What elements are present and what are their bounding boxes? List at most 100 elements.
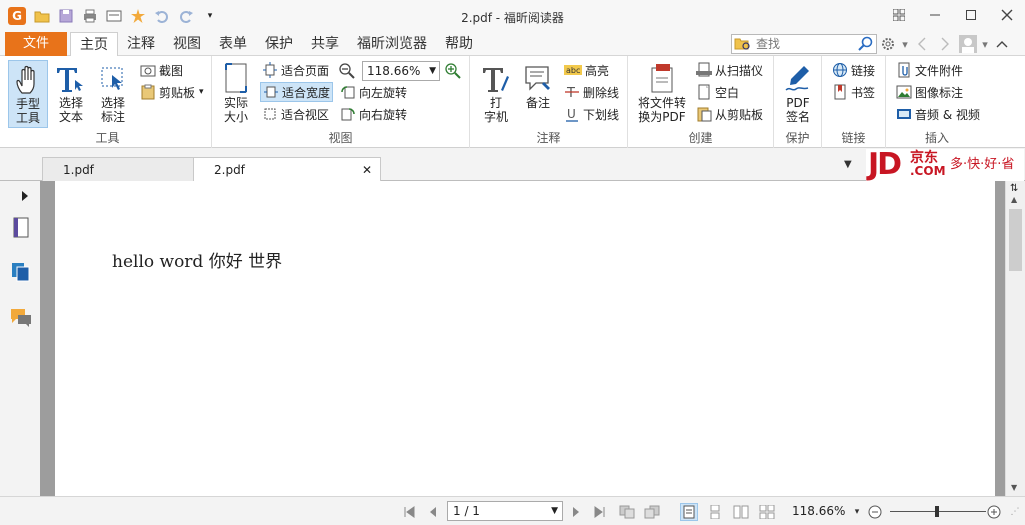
doc-tab-2[interactable]: 2.pdf ✕ (193, 157, 381, 182)
hand-tool-button[interactable]: 手型 工具 (8, 60, 48, 128)
audio-video-button[interactable]: 音频 & 视频 (894, 104, 982, 124)
bookmark-button[interactable]: 书签 (830, 82, 877, 102)
strikeout-button[interactable]: T 删除线 (562, 82, 621, 102)
underline-button[interactable]: U 下划线 (562, 104, 621, 124)
actual-size-button[interactable]: 实际 大小 (218, 60, 254, 128)
search-input[interactable] (756, 36, 852, 52)
select-annotation-button[interactable]: 选择 标注 (94, 60, 132, 128)
pdf-sign-button[interactable]: PDF 签名 (778, 60, 818, 128)
zoom-out-minus-icon[interactable] (866, 503, 884, 521)
resize-grip-icon[interactable]: ⋰ (1006, 503, 1024, 521)
image-annotation-button[interactable]: 图像标注 (894, 82, 965, 102)
page-text[interactable]: hello word 你好 世界 (112, 247, 282, 272)
doc-tab-1[interactable]: 1.pdf (42, 157, 196, 181)
scrollbar-thumb[interactable] (1009, 209, 1022, 271)
split-view-icon[interactable]: ⇅ (1010, 183, 1018, 194)
blank-page-label: 空白 (715, 85, 740, 100)
from-clipboard-button[interactable]: 从剪贴板 (694, 104, 765, 124)
previous-view-icon[interactable] (618, 503, 636, 521)
collapse-ribbon-icon[interactable] (992, 34, 1012, 54)
note-button[interactable]: 备注 (520, 60, 556, 128)
zoom-out-icon[interactable] (339, 63, 355, 82)
settings-gear-icon[interactable] (878, 34, 898, 54)
close-icon[interactable] (989, 0, 1025, 30)
zoom-slider[interactable] (890, 506, 986, 517)
select-annotation-icon (94, 60, 132, 94)
zoom-level-dropdown-icon[interactable]: ▾ (852, 503, 862, 521)
prev-page-icon[interactable] (424, 503, 442, 521)
facing-view-icon[interactable] (732, 503, 750, 521)
next-view-icon[interactable] (643, 503, 661, 521)
fit-visible-button[interactable]: 适合视区 (260, 104, 331, 124)
highlight-button[interactable]: abc 高亮 (562, 60, 611, 80)
select-text-button[interactable]: 选择 文本 (52, 60, 90, 128)
search-icon[interactable] (858, 36, 874, 55)
zoom-level-value[interactable]: 118.66% (792, 504, 845, 518)
convert-to-pdf-button[interactable]: 将文件转 换为PDF (634, 60, 690, 128)
jd-advertisement[interactable]: JD 京东 .COM 多·快·好·省 (866, 149, 1024, 181)
jd-com-text: .COM (910, 164, 946, 178)
forward-arrow-icon[interactable] (935, 34, 955, 54)
page-number-select[interactable]: 1 / 1 ▼ (447, 501, 563, 521)
strikeout-label: 删除线 (583, 85, 620, 100)
zoom-select[interactable]: 118.66% ▼ (362, 61, 440, 81)
comments-panel-icon[interactable] (10, 307, 32, 329)
fit-width-button[interactable]: 适合宽度 (260, 82, 334, 102)
user-avatar-icon[interactable] (958, 34, 978, 54)
tab-comment[interactable]: 注释 (118, 32, 164, 56)
from-scanner-button[interactable]: 从扫描仪 (694, 60, 765, 80)
image-icon (896, 84, 912, 100)
user-dropdown-icon[interactable]: ▾ (981, 34, 989, 54)
group-tools-label: 工具 (95, 131, 120, 145)
single-page-view-icon[interactable] (680, 503, 698, 521)
scanner-icon (696, 62, 712, 78)
continuous-facing-view-icon[interactable] (758, 503, 776, 521)
file-menu-tab[interactable]: 文件 (5, 32, 67, 56)
tab-help[interactable]: 帮助 (436, 32, 482, 56)
maximize-icon[interactable] (953, 0, 989, 30)
tab-share[interactable]: 共享 (302, 32, 348, 56)
fit-width-icon (263, 84, 279, 100)
screenshot-button[interactable]: 截图 (138, 60, 185, 80)
search-folder-icon[interactable] (734, 36, 752, 55)
link-button[interactable]: 链接 (830, 60, 877, 80)
underline-label: 下划线 (583, 107, 620, 122)
tab-view[interactable]: 视图 (164, 32, 210, 56)
first-page-icon[interactable] (400, 503, 418, 521)
tab-foxit-browser[interactable]: 福昕浏览器 (348, 32, 436, 56)
tab-home[interactable]: 主页 (70, 32, 118, 57)
tab-form[interactable]: 表单 (210, 32, 256, 56)
document-viewport[interactable]: hello word 你好 世界 (40, 181, 1005, 496)
tab-protect[interactable]: 保护 (256, 32, 302, 56)
close-tab-icon[interactable]: ✕ (362, 158, 372, 182)
layers-icon[interactable] (10, 261, 32, 283)
page-thumbnails-icon[interactable] (10, 217, 32, 239)
scroll-down-icon[interactable]: ▼ (1011, 483, 1017, 492)
rotate-right-icon (340, 106, 356, 122)
image-annotation-label: 图像标注 (915, 85, 964, 100)
back-arrow-icon[interactable] (912, 34, 932, 54)
grid-view-icon[interactable] (881, 0, 917, 30)
pdf-page[interactable]: hello word 你好 世界 (55, 181, 995, 496)
tab-list-dropdown-icon[interactable]: ▼ (844, 159, 852, 170)
highlight-icon: abc (564, 62, 582, 78)
expand-panel-icon[interactable] (18, 185, 32, 207)
continuous-view-icon[interactable] (706, 503, 724, 521)
typewriter-button[interactable]: 打 字机 (478, 60, 514, 128)
rotate-left-button[interactable]: 向左旋转 (338, 82, 409, 102)
zoom-slider-knob[interactable] (935, 506, 939, 517)
vertical-scrollbar[interactable]: ⇅ ▲ ▼ (1005, 181, 1025, 496)
blank-page-button[interactable]: 空白 (694, 82, 741, 102)
settings-dropdown-icon[interactable]: ▾ (901, 34, 909, 54)
rotate-right-button[interactable]: 向右旋转 (338, 104, 409, 124)
zoom-in-icon[interactable] (445, 63, 461, 82)
clipboard-button[interactable]: 剪贴板 ▾ (138, 82, 206, 102)
file-attachment-button[interactable]: 文件附件 (894, 60, 965, 80)
last-page-icon[interactable] (591, 503, 609, 521)
bookmark-icon (832, 84, 848, 100)
zoom-in-plus-icon[interactable] (985, 503, 1003, 521)
scroll-up-icon[interactable]: ▲ (1011, 195, 1017, 204)
next-page-icon[interactable] (567, 503, 585, 521)
fit-page-button[interactable]: 适合页面 (260, 60, 331, 80)
minimize-icon[interactable] (917, 0, 953, 30)
